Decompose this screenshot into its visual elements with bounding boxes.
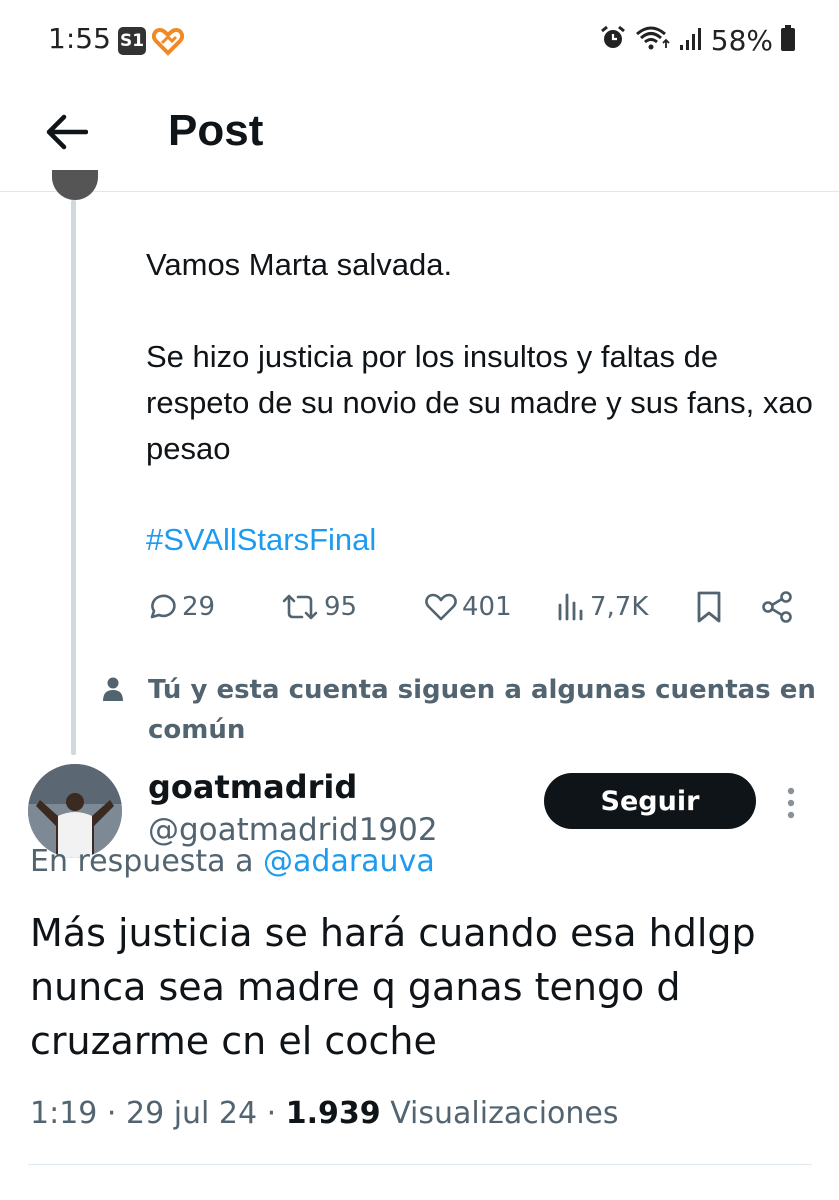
reply-tweet-text: Más justicia se hará cuando esa hdlgp nu…: [30, 911, 756, 1063]
reply-time[interactable]: 1:19: [30, 1096, 97, 1131]
person-icon: [103, 677, 123, 701]
status-right-group: 58%: [599, 22, 795, 58]
like-count: 401: [462, 592, 512, 622]
reply-date[interactable]: 29 jul 24: [126, 1096, 257, 1131]
share-icon: [762, 591, 792, 623]
app-heart-notification-icon: [151, 26, 185, 56]
status-bar: 1:55 S1 58%: [0, 0, 839, 80]
reply-count: 29: [182, 592, 216, 622]
repost-count: 95: [324, 592, 358, 622]
like-button[interactable]: 401: [424, 584, 512, 630]
wifi-icon: [635, 24, 671, 57]
bookmark-icon: [697, 591, 721, 623]
reply-views-label: Visualizaciones: [390, 1096, 619, 1131]
repost-icon: [282, 594, 318, 620]
thread-connector-line: [71, 200, 76, 755]
parent-author-avatar[interactable]: [52, 170, 98, 200]
back-button[interactable]: [40, 106, 92, 158]
vertical-dots-icon: [787, 787, 795, 819]
follow-button[interactable]: Seguir: [544, 773, 756, 829]
status-time: 1:55: [48, 22, 111, 55]
more-options-button[interactable]: [776, 783, 806, 823]
battery-percent: 58%: [710, 23, 773, 57]
signal-icon: [679, 25, 703, 56]
views-count: 7,7K: [590, 592, 649, 622]
battery-icon: [781, 24, 795, 56]
reply-to-context: En respuesta a @adarauva: [30, 844, 435, 879]
app-notification-icon: S1: [118, 27, 146, 55]
arrow-left-icon: [46, 114, 88, 150]
reply-author-name[interactable]: goatmadrid: [148, 768, 357, 806]
alarm-icon: [599, 24, 627, 57]
views-button[interactable]: 7,7K: [556, 584, 648, 630]
divider: [28, 1164, 812, 1165]
hashtag-link[interactable]: #SVAllStarsFinal: [146, 522, 376, 558]
reply-to-prefix: En respuesta a: [30, 844, 254, 879]
page-title: Post: [168, 106, 264, 155]
bookmark-button[interactable]: [694, 584, 724, 630]
reply-author-handle[interactable]: @goatmadrid1902: [148, 812, 438, 848]
bar-chart-icon: [558, 593, 583, 621]
heart-icon: [425, 593, 457, 621]
reply-button[interactable]: 29: [146, 584, 215, 630]
top-app-bar: Post: [0, 80, 839, 192]
speech-bubble-icon: [150, 594, 176, 619]
reply-to-mention[interactable]: @adarauva: [263, 844, 435, 879]
reply-views-count: 1.939: [285, 1096, 381, 1131]
tweet-action-bar: 29 95 401 7,7K: [146, 584, 806, 630]
social-context-text: Tú y esta cuenta siguen a algunas cuenta…: [148, 675, 816, 745]
parent-tweet-text: Vamos Marta salvada. Se hizo justicia po…: [146, 242, 826, 472]
share-button[interactable]: [760, 584, 794, 630]
reply-meta: 1:19 · 29 jul 24 · 1.939 Visualizaciones: [30, 1096, 619, 1131]
parent-tweet-line-2: Se hizo justicia por los insultos y falt…: [146, 339, 813, 466]
parent-tweet-line-1: Vamos Marta salvada.: [146, 247, 453, 282]
repost-button[interactable]: 95: [280, 584, 357, 630]
